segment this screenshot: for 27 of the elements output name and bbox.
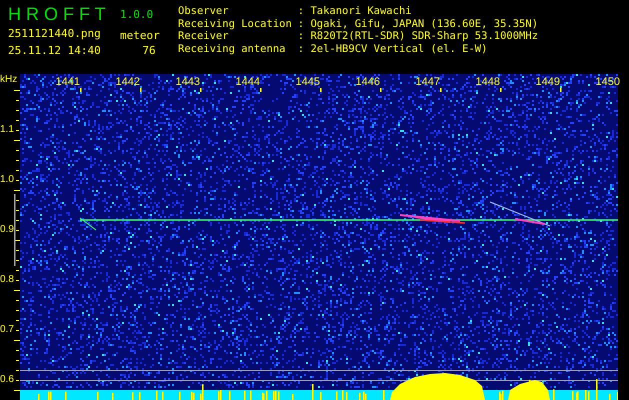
meteor-count: 76 [142, 44, 156, 56]
app-title: H R O F F T [8, 4, 107, 24]
x-tick-label: 1443 [176, 76, 200, 89]
x-tick-label: 1445 [296, 76, 320, 89]
y-tick-label: 0.9 [0, 224, 14, 236]
info-label: Receiving Location [178, 18, 292, 30]
info-label: Receiver [178, 30, 230, 42]
y-tick-label: 1.0 [0, 174, 14, 186]
timestamp: 25.11.12 14:40 [8, 44, 102, 56]
y-tick-label: 0.7 [0, 324, 14, 336]
y-tick-label: 0.8 [0, 274, 14, 286]
x-tick-label: 1448 [476, 76, 500, 89]
version-label: 1.0.0 [120, 8, 154, 20]
y-tick-label: 0.6 [0, 374, 14, 386]
info-label: Observer [178, 5, 230, 18]
y-tick-label: 1.1 [0, 124, 14, 136]
x-tick-label: 1446 [356, 76, 380, 89]
count-label: meteor [120, 29, 161, 42]
x-tick-label: 1450 [596, 76, 620, 89]
info-value: : 2el-HB9CV Vertical (el. E-W) [298, 42, 488, 55]
info-value: : Ogaki, Gifu, JAPAN (136.60E, 35.35N) [298, 18, 538, 30]
info-value: : Takanori Kawachi [298, 5, 413, 18]
x-tick-label: 1444 [236, 76, 260, 89]
axis-unit: kHz [0, 74, 18, 85]
info-value: : R820T2(RTL-SDR) SDR-Sharp 53.1000MHz [298, 30, 538, 42]
file-name: 2511121440.png [8, 26, 102, 40]
info-label: Receiving antenna [178, 42, 286, 55]
